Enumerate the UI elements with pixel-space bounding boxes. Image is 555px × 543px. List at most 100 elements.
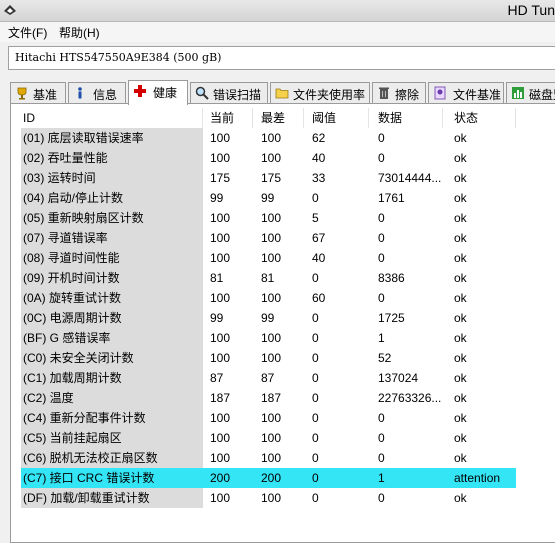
worst-value: 99	[261, 191, 275, 205]
raw-data: 52	[378, 351, 392, 365]
tab-health[interactable]: 健康	[128, 80, 188, 105]
raw-data: 0	[378, 231, 385, 245]
current-value: 100	[210, 411, 231, 425]
table-row[interactable]: (07) 寻道错误率 100 100 67 0 ok	[21, 228, 516, 248]
column-header-id[interactable]: ID	[21, 108, 203, 128]
raw-data: 0	[378, 211, 385, 225]
table-row[interactable]: (04) 启动/停止计数 99 99 0 1761 ok	[21, 188, 516, 208]
raw-data: 0	[378, 451, 385, 465]
column-header-current[interactable]: 当前	[205, 108, 253, 128]
menu-help[interactable]: 帮助(H)	[59, 24, 100, 41]
column-header-worst[interactable]: 最差	[256, 108, 304, 128]
tab-benchmark[interactable]: 基准	[10, 82, 66, 104]
table-row[interactable]: (C7) 接口 CRC 错误计数 200 200 0 1 attention	[21, 468, 516, 488]
raw-data: 0	[378, 411, 385, 425]
attribute-id: (04) 启动/停止计数	[21, 188, 203, 208]
health-panel: ID 当前 最差 阈值 数据 状态 (01) 底层读取错误速率 100 100 62 0…	[10, 103, 555, 543]
current-value: 99	[210, 311, 224, 325]
threshold-value: 0	[312, 411, 319, 425]
worst-value: 87	[261, 371, 275, 385]
tab-label: 擦除	[395, 88, 420, 102]
app-icon	[4, 5, 16, 15]
threshold-value: 0	[312, 431, 319, 445]
menu-file[interactable]: 文件(F)	[8, 24, 47, 41]
table-row[interactable]: (0C) 电源周期计数 99 99 0 1725 ok	[21, 308, 516, 328]
worst-value: 100	[261, 251, 282, 265]
tab-disk-monitor[interactable]: 磁盘监	[506, 82, 555, 104]
column-header-data[interactable]: 数据	[373, 108, 443, 128]
worst-value: 187	[261, 391, 282, 405]
raw-data: 0	[378, 431, 385, 445]
status: ok	[454, 211, 467, 225]
gold-cup-icon	[17, 87, 27, 100]
worst-value: 100	[261, 231, 282, 245]
table-row[interactable]: (03) 运转时间 175 175 33 73014444... ok	[21, 168, 516, 188]
worst-value: 200	[261, 471, 282, 485]
table-row[interactable]: (02) 吞吐量性能 100 100 40 0 ok	[21, 148, 516, 168]
attribute-id: (C2) 温度	[21, 388, 203, 408]
attribute-id: (07) 寻道错误率	[21, 228, 203, 248]
raw-data: 1725	[378, 311, 405, 325]
window-title: HD Tun	[507, 2, 555, 18]
tab-info[interactable]: 信息	[68, 82, 126, 104]
table-row[interactable]: (C2) 温度 187 187 0 22763326... ok	[21, 388, 516, 408]
current-value: 100	[210, 491, 231, 505]
worst-value: 100	[261, 211, 282, 225]
status: ok	[454, 391, 467, 405]
table-row[interactable]: (BF) G 感错误率 100 100 0 1 ok	[21, 328, 516, 348]
current-value: 100	[210, 151, 231, 165]
tab-file-benchmark[interactable]: 文件基准	[428, 82, 504, 104]
table-row[interactable]: (01) 底层读取错误速率 100 100 62 0 ok	[21, 128, 516, 148]
tab-erase[interactable]: 擦除	[372, 82, 426, 104]
attribute-id: (DF) 加载/卸载重试计数	[21, 488, 203, 508]
status: ok	[454, 131, 467, 145]
worst-value: 81	[261, 271, 275, 285]
table-row[interactable]: (C6) 脱机无法校正扇区数 100 100 0 0 ok	[21, 448, 516, 468]
raw-data: 0	[378, 491, 385, 505]
threshold-value: 5	[312, 211, 319, 225]
threshold-value: 0	[312, 371, 319, 385]
worst-value: 100	[261, 491, 282, 505]
threshold-value: 0	[312, 191, 319, 205]
current-value: 100	[210, 211, 231, 225]
attribute-id: (C0) 未安全关闭计数	[21, 348, 203, 368]
table-row[interactable]: (09) 开机时间计数 81 81 0 8386 ok	[21, 268, 516, 288]
threshold-value: 67	[312, 231, 326, 245]
current-value: 100	[210, 251, 231, 265]
raw-data: 22763326...	[378, 391, 442, 405]
tab-label: 基准	[33, 88, 58, 102]
tab-error-scan[interactable]: 错误扫描	[190, 82, 268, 104]
raw-data: 1	[378, 331, 385, 345]
raw-data: 0	[378, 131, 385, 145]
current-value: 175	[210, 171, 231, 185]
table-row[interactable]: (C5) 当前挂起扇区 100 100 0 0 ok	[21, 428, 516, 448]
threshold-value: 0	[312, 491, 319, 505]
attribute-id: (C4) 重新分配事件计数	[21, 408, 203, 428]
raw-data: 0	[378, 291, 385, 305]
threshold-value: 0	[312, 351, 319, 365]
column-header-status[interactable]: 状态	[449, 108, 516, 128]
drive-selector[interactable]: Hitachi HTS547550A9E384 (500 gB)	[8, 46, 555, 70]
attribute-id: (01) 底层读取错误速率	[21, 128, 203, 148]
table-row[interactable]: (C1) 加载周期计数 87 87 0 137024 ok	[21, 368, 516, 388]
table-row[interactable]: (DF) 加载/卸载重试计数 100 100 0 0 ok	[21, 488, 516, 508]
worst-value: 99	[261, 311, 275, 325]
tab-bar: 基准 信息 健康 错误扫描 文件夹使用率 擦除 文件基准 磁盘	[10, 80, 555, 105]
table-row[interactable]: (08) 寻道时间性能 100 100 40 0 ok	[21, 248, 516, 268]
attribute-id: (05) 重新映射扇区计数	[21, 208, 203, 228]
drive-label: Hitachi HTS547550A9E384 (500 gB)	[15, 51, 222, 64]
column-header-threshold[interactable]: 阈值	[307, 108, 369, 128]
worst-value: 100	[261, 331, 282, 345]
worst-value: 100	[261, 151, 282, 165]
tab-folder-usage[interactable]: 文件夹使用率	[270, 82, 370, 104]
threshold-value: 62	[312, 131, 326, 145]
raw-data: 8386	[378, 271, 405, 285]
table-row[interactable]: (C4) 重新分配事件计数 100 100 0 0 ok	[21, 408, 516, 428]
raw-data: 1761	[378, 191, 405, 205]
table-row[interactable]: (05) 重新映射扇区计数 100 100 5 0 ok	[21, 208, 516, 228]
magnifier-icon	[195, 86, 209, 100]
threshold-value: 0	[312, 271, 319, 285]
table-row[interactable]: (C0) 未安全关闭计数 100 100 0 52 ok	[21, 348, 516, 368]
table-header: ID 当前 最差 阈值 数据 状态	[21, 108, 516, 128]
table-row[interactable]: (0A) 旋转重试计数 100 100 60 0 ok	[21, 288, 516, 308]
